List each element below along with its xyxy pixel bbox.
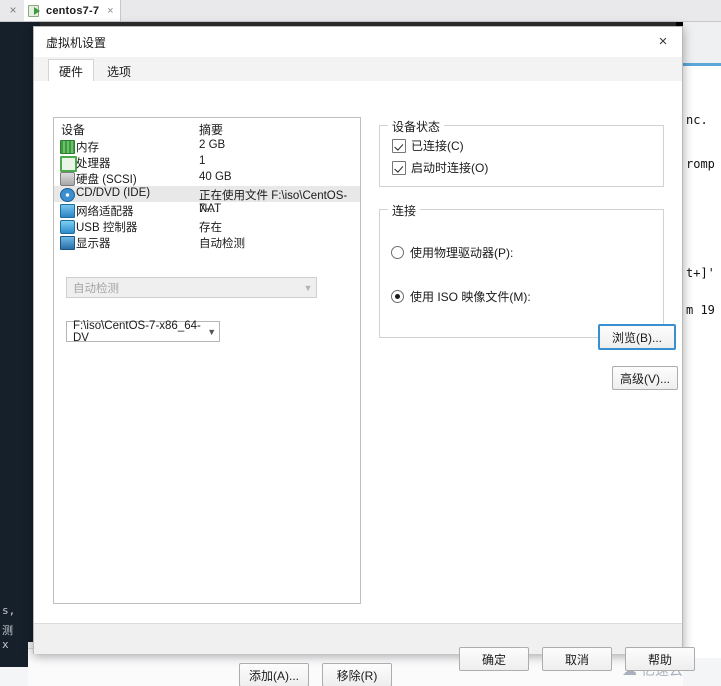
device-list-header: 设备 摘要 [54, 118, 360, 138]
device-name: USB 控制器 [76, 222, 138, 234]
checkbox-connect-at-power-on[interactable]: 启动时连接(O) [392, 159, 488, 176]
tab-options[interactable]: 选项 [96, 59, 142, 82]
cancel-button[interactable]: 取消 [542, 647, 612, 671]
remove-device-button[interactable]: 移除(R) [322, 663, 392, 686]
terminal-right-line-3: m 19 [686, 303, 715, 317]
terminal-left-line-0: s, [2, 604, 16, 617]
memory-icon [60, 140, 75, 154]
advanced-button[interactable]: 高级(V)... [612, 366, 678, 390]
dialog-content: 设备 摘要 内存 2 GB 处理器 1 硬盘 (SCSI) 40 GB CD/D… [34, 81, 682, 686]
checkbox-icon [392, 160, 406, 175]
device-name: 显示器 [76, 238, 111, 250]
device-summary: 1 [199, 155, 206, 167]
table-row[interactable]: 处理器 1 [54, 154, 360, 172]
device-summary: 自动检测 [199, 238, 245, 250]
checkbox-connect-at-power-on-label: 启动时连接(O) [411, 161, 489, 175]
tab-hardware[interactable]: 硬件 [48, 59, 95, 83]
device-name: 硬盘 (SCSI) [76, 174, 137, 186]
device-status-group: 设备状态 已连接(C) 启动时连接(O) [379, 118, 664, 187]
device-name: CD/DVD (IDE) [76, 187, 151, 199]
ok-button[interactable]: 确定 [459, 647, 529, 671]
chevron-down-icon: ▼ [303, 282, 313, 293]
terminal-right-line-1: romp [686, 157, 715, 171]
header-device: 设备 [61, 123, 86, 137]
terminal-right-line-2: t+]' [686, 266, 715, 280]
background-toolbar-right [683, 21, 721, 63]
table-row[interactable]: CD/DVD (IDE) 正在使用文件 F:\iso\CentOS-7-... [54, 186, 360, 215]
checkbox-connected[interactable]: 已连接(C) [392, 137, 464, 154]
radio-use-iso-image-label: 使用 ISO 映像文件(M): [410, 290, 531, 304]
connection-group: 连接 [379, 202, 664, 338]
dialog-title: 虚拟机设置 [46, 36, 107, 50]
cddvd-icon [60, 188, 75, 202]
vm-settings-dialog: 虚拟机设置 × 硬件 选项 设备 摘要 内存 2 GB 处理器 1 硬盘 (SC… [33, 26, 695, 686]
harddisk-icon [60, 172, 75, 186]
terminal-left-line-1: 测 [2, 624, 13, 637]
checkbox-connected-label: 已连接(C) [411, 139, 464, 153]
checkbox-icon [392, 138, 406, 153]
table-row[interactable]: USB 控制器 存在 [54, 218, 360, 234]
vm-play-icon [28, 4, 41, 17]
device-list[interactable]: 设备 摘要 内存 2 GB 处理器 1 硬盘 (SCSI) 40 GB CD/D… [53, 117, 361, 604]
close-icon[interactable]: × [652, 31, 674, 53]
network-icon [60, 204, 75, 218]
device-name: 处理器 [76, 158, 111, 170]
add-device-button[interactable]: 添加(A)... [239, 663, 309, 686]
help-button[interactable]: 帮助 [625, 647, 695, 671]
radio-use-iso-image[interactable]: 使用 ISO 映像文件(M): [391, 288, 531, 305]
vm-tab-centos7-7[interactable]: centos7-7 × [24, 0, 121, 21]
display-icon [60, 236, 75, 250]
usb-icon [60, 220, 75, 234]
table-row[interactable]: 网络适配器 NAT [54, 202, 360, 218]
close-tab-icon[interactable]: × [107, 5, 113, 17]
device-name: 内存 [76, 142, 99, 154]
device-summary: 40 GB [199, 171, 232, 183]
iso-path-select[interactable]: F:\iso\CentOS-7-x86_64-DV ▼ [66, 319, 220, 344]
device-name: 网络适配器 [76, 206, 134, 218]
terminal-right-line-0: nc. [686, 113, 708, 127]
physical-drive-value: 自动检测 [73, 282, 119, 295]
close-all-tabs-icon[interactable]: × [6, 3, 20, 17]
physical-drive-select: 自动检测 ▼ [66, 277, 317, 298]
device-status-title: 设备状态 [388, 118, 445, 135]
background-accent-line [683, 63, 721, 66]
dialog-tab-bar: 硬件 选项 [34, 57, 682, 83]
vm-tab-label: centos7-7 [46, 4, 100, 17]
device-summary: 存在 [199, 222, 222, 234]
radio-use-physical-drive-label: 使用物理驱动器(P): [410, 246, 514, 260]
browse-button[interactable]: 浏览(B)... [598, 324, 676, 350]
vm-tab-strip: × centos7-7 × [0, 0, 721, 22]
radio-icon [391, 290, 404, 303]
dialog-titlebar: 虚拟机设置 × [34, 27, 682, 57]
radio-icon [391, 246, 404, 259]
table-row[interactable]: 显示器 自动检测 [54, 234, 360, 250]
terminal-left-line-2: x [2, 638, 9, 651]
device-summary: NAT [199, 203, 222, 215]
device-summary: 2 GB [199, 139, 226, 151]
radio-use-physical-drive[interactable]: 使用物理驱动器(P): [391, 244, 513, 261]
connection-title: 连接 [388, 202, 421, 219]
chevron-down-icon[interactable]: ▼ [204, 322, 219, 341]
header-summary: 摘要 [199, 123, 224, 137]
screen: s, 测 x nc. romp t+]' m 19 × centos7-7 × … [0, 0, 721, 686]
dialog-body: 硬件 选项 设备 摘要 内存 2 GB 处理器 1 硬盘 (SCSI) 40 G… [34, 57, 682, 686]
table-row[interactable]: 硬盘 (SCSI) 40 GB [54, 170, 360, 186]
iso-path-value: F:\iso\CentOS-7-x86_64-DV [73, 319, 201, 344]
table-row[interactable]: 内存 2 GB [54, 138, 360, 154]
